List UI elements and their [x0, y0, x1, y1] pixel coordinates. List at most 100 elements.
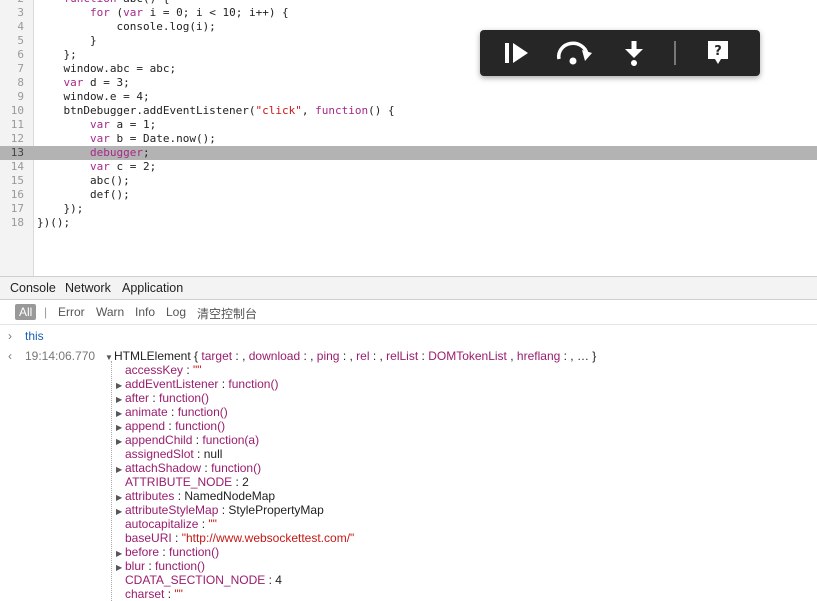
- step-over-button[interactable]: [554, 39, 594, 67]
- filter-all-button[interactable]: All: [15, 304, 37, 320]
- property-colon: :: [192, 433, 203, 447]
- code-line[interactable]: 11 var a = 1;: [0, 118, 817, 132]
- summary-separator: : , … }: [560, 349, 597, 363]
- filter-warn-button[interactable]: Warn: [96, 305, 124, 319]
- summary-key: ping: [316, 349, 340, 363]
- code-text: }: [37, 34, 97, 47]
- property-value: NamedNodeMap: [184, 489, 276, 503]
- property-colon: :: [183, 363, 194, 377]
- step-into-button[interactable]: [620, 39, 648, 67]
- code-text: var c = 2;: [89, 160, 157, 173]
- code-line[interactable]: 16 def();: [0, 188, 817, 202]
- property-colon: :: [193, 447, 204, 461]
- property-row[interactable]: baseURI : "http://www.websockettest.com/…: [116, 531, 354, 545]
- filter-info-button[interactable]: Info: [135, 305, 155, 319]
- property-colon: :: [265, 573, 276, 587]
- line-number[interactable]: 12: [0, 132, 24, 146]
- property-value: function(): [155, 559, 206, 573]
- code-text: for (var i = 0; i < 10; i++) {: [89, 6, 289, 19]
- line-number[interactable]: 14: [0, 160, 24, 174]
- property-value: "": [208, 517, 217, 531]
- tab-application[interactable]: Application: [122, 281, 183, 295]
- code-line[interactable]: 8 var d = 3;: [0, 76, 817, 90]
- devtools-tab-bar: Console Network Application: [0, 276, 817, 300]
- property-value: 4: [275, 573, 282, 587]
- property-colon: :: [165, 419, 176, 433]
- property-colon: :: [145, 559, 156, 573]
- property-row[interactable]: ATTRIBUTE_NODE : 2: [116, 475, 249, 489]
- line-number[interactable]: 11: [0, 118, 24, 132]
- summary-key: target: [201, 349, 233, 363]
- property-row[interactable]: CDATA_SECTION_NODE : 4: [116, 573, 282, 587]
- object-type: HTMLElement: [114, 349, 191, 363]
- code-text: };: [37, 48, 77, 61]
- code-text: var d = 3;: [63, 76, 130, 89]
- property-row[interactable]: charset : "": [116, 587, 183, 601]
- summary-separator: :: [418, 349, 429, 363]
- line-number[interactable]: 13: [0, 146, 24, 160]
- property-colon: :: [198, 517, 209, 531]
- code-line[interactable]: 3 for (var i = 0; i < 10; i++) {: [0, 6, 817, 20]
- line-number[interactable]: 9: [0, 90, 24, 104]
- filter-log-button[interactable]: Log: [166, 305, 186, 319]
- property-value: function(a): [202, 433, 260, 447]
- property-value: "http://www.websockettest.com/": [181, 531, 355, 545]
- code-line[interactable]: 17 });: [0, 202, 817, 216]
- property-colon: :: [201, 461, 212, 475]
- help-button[interactable]: ?: [705, 39, 731, 67]
- line-number[interactable]: 18: [0, 216, 24, 230]
- property-colon: :: [167, 405, 178, 419]
- property-colon: :: [149, 391, 160, 405]
- line-number[interactable]: 16: [0, 188, 24, 202]
- property-value: null: [203, 447, 223, 461]
- property-row[interactable]: autocapitalize : "": [116, 517, 217, 531]
- line-number[interactable]: 10: [0, 104, 24, 118]
- property-name: autocapitalize: [125, 517, 199, 531]
- code-line[interactable]: 10 btnDebugger.addEventListener("click",…: [0, 104, 817, 118]
- code-line[interactable]: 12 var b = Date.now();: [0, 132, 817, 146]
- code-text: debugger;: [89, 146, 150, 159]
- property-name: attributeStyleMap: [125, 503, 219, 517]
- property-value: function(): [169, 545, 220, 559]
- line-number[interactable]: 15: [0, 174, 24, 188]
- code-text: btnDebugger.addEventListener("click", fu…: [37, 104, 395, 117]
- resume-button[interactable]: [502, 39, 532, 67]
- line-number[interactable]: 7: [0, 62, 24, 76]
- property-name: before: [125, 545, 160, 559]
- summary-separator: : ,: [369, 349, 387, 363]
- summary-open-brace: {: [194, 349, 199, 363]
- code-line[interactable]: 18})();: [0, 216, 817, 230]
- property-name: charset: [125, 587, 165, 601]
- property-name: addEventListener: [125, 377, 219, 391]
- clear-console-button[interactable]: 清空控制台: [197, 305, 257, 322]
- code-text: console.log(i);: [37, 20, 216, 33]
- code-line-paused[interactable]: 13 debugger;: [0, 146, 817, 160]
- summary-separator: : ,: [339, 349, 357, 363]
- expand-triangle-icon[interactable]: ▼: [105, 351, 114, 365]
- line-number[interactable]: 5: [0, 34, 24, 48]
- filter-error-button[interactable]: Error: [58, 305, 85, 319]
- step-into-icon: [625, 41, 643, 66]
- code-line[interactable]: 15 abc();: [0, 174, 817, 188]
- code-text: });: [37, 202, 84, 215]
- line-number[interactable]: 8: [0, 76, 24, 90]
- step-over-icon: [557, 41, 592, 65]
- tab-console[interactable]: Console: [10, 281, 56, 295]
- property-value: 2: [242, 475, 249, 489]
- code-line[interactable]: 14 var c = 2;: [0, 160, 817, 174]
- property-name: appendChild: [125, 433, 193, 447]
- code-line[interactable]: 9 window.e = 4;: [0, 90, 817, 104]
- line-number[interactable]: 4: [0, 20, 24, 34]
- property-value: "": [193, 363, 202, 377]
- summary-key: relList: [386, 349, 419, 363]
- console-filter-bar: All | Error Warn Info Log 清空控制台: [0, 300, 817, 325]
- property-row[interactable]: assignedSlot : null: [116, 447, 222, 461]
- line-number[interactable]: 17: [0, 202, 24, 216]
- console-input-entry[interactable]: this: [25, 329, 44, 343]
- line-number[interactable]: 3: [0, 6, 24, 20]
- line-number[interactable]: 6: [0, 48, 24, 62]
- tab-network[interactable]: Network: [65, 281, 111, 295]
- property-row[interactable]: accessKey : "": [116, 363, 202, 377]
- property-colon: :: [174, 489, 185, 503]
- property-value: function(): [159, 391, 210, 405]
